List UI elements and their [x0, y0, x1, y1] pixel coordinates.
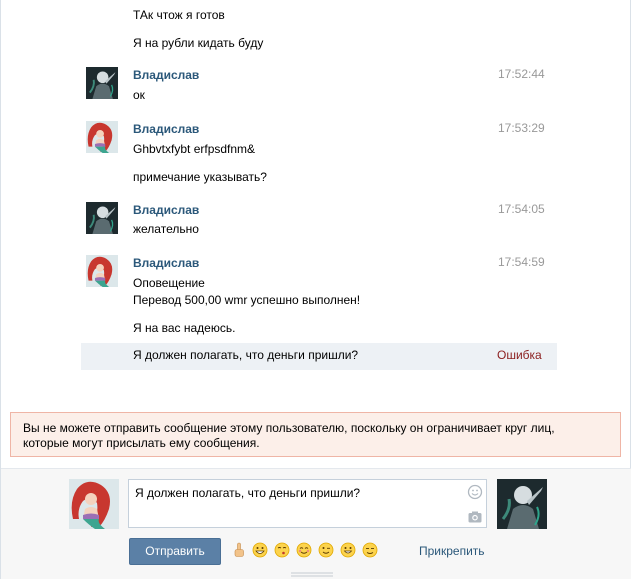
author-name[interactable]: Владислав — [133, 256, 199, 271]
error-status[interactable]: Ошибка — [497, 348, 542, 362]
blush-icon[interactable] — [296, 542, 312, 558]
author-name[interactable]: Владислав — [133, 68, 199, 83]
mermaid-avatar-icon[interactable] — [86, 255, 118, 287]
wink-icon[interactable] — [318, 542, 334, 558]
message-input-text[interactable]: Я должен полагать, что деньги пришли? — [135, 486, 360, 500]
smile-icon[interactable] — [340, 542, 356, 558]
attach-link[interactable]: Прикрепить — [419, 544, 485, 558]
author-name[interactable]: Владислав — [133, 203, 199, 218]
pointing-finger-icon[interactable] — [231, 542, 247, 558]
message-text: ок — [133, 88, 145, 102]
send-restriction-warning: Вы не можете отправить сообщение этому п… — [10, 412, 621, 457]
message-text: примечание указывать? — [133, 170, 267, 184]
message-text: Я на вас надеюсь. — [133, 321, 236, 335]
whistle-icon[interactable] — [274, 542, 290, 558]
dark-avatar-icon[interactable] — [497, 479, 547, 529]
failed-message-text: Я должен полагать, что деньги пришли? — [133, 348, 359, 362]
send-button[interactable]: Отправить — [129, 538, 221, 565]
message-history: ТАк чтож я готов Я на рубли кидать буду … — [1, 0, 631, 400]
message-time[interactable]: 17:53:29 — [498, 121, 545, 136]
message-composer: Я должен полагать, что деньги пришли? От… — [1, 468, 631, 579]
message-time[interactable]: 17:54:59 — [498, 255, 545, 270]
dialog-frame: ТАк чтож я готов Я на рубли кидать буду … — [0, 0, 631, 579]
message-text: ТАк чтож я готов — [133, 8, 225, 22]
camera-icon[interactable] — [467, 509, 483, 525]
mermaid-avatar-icon[interactable] — [69, 479, 119, 529]
message-text: Перевод 500,00 wmr успешно выполнен! — [133, 293, 361, 307]
resize-handle-icon[interactable] — [291, 572, 333, 578]
grin-icon[interactable] — [252, 542, 268, 558]
message-text: желательно — [133, 222, 199, 236]
message-time[interactable]: 17:52:44 — [498, 67, 545, 82]
warning-text-line: которые могут присылать ему сообщения. — [23, 436, 260, 450]
relieved-icon[interactable] — [362, 542, 378, 558]
warning-text-line: Вы не можете отправить сообщение этому п… — [23, 421, 555, 435]
message-input[interactable]: Я должен полагать, что деньги пришли? — [128, 479, 487, 528]
mermaid-avatar-icon[interactable] — [86, 121, 118, 153]
failed-message-row[interactable]: Я должен полагать, что деньги пришли? Ош… — [81, 343, 557, 370]
smiley-icon[interactable] — [467, 484, 483, 500]
dark-avatar-icon[interactable] — [86, 67, 118, 99]
message-time[interactable]: 17:54:05 — [498, 202, 545, 217]
message-text: Я на рубли кидать буду — [133, 36, 264, 50]
author-name[interactable]: Владислав — [133, 122, 199, 137]
message-text: Оповещение — [133, 276, 205, 290]
dark-avatar-icon[interactable] — [86, 202, 118, 234]
message-text: Ghbvtxfybt erfpsdfnm& — [133, 142, 256, 156]
